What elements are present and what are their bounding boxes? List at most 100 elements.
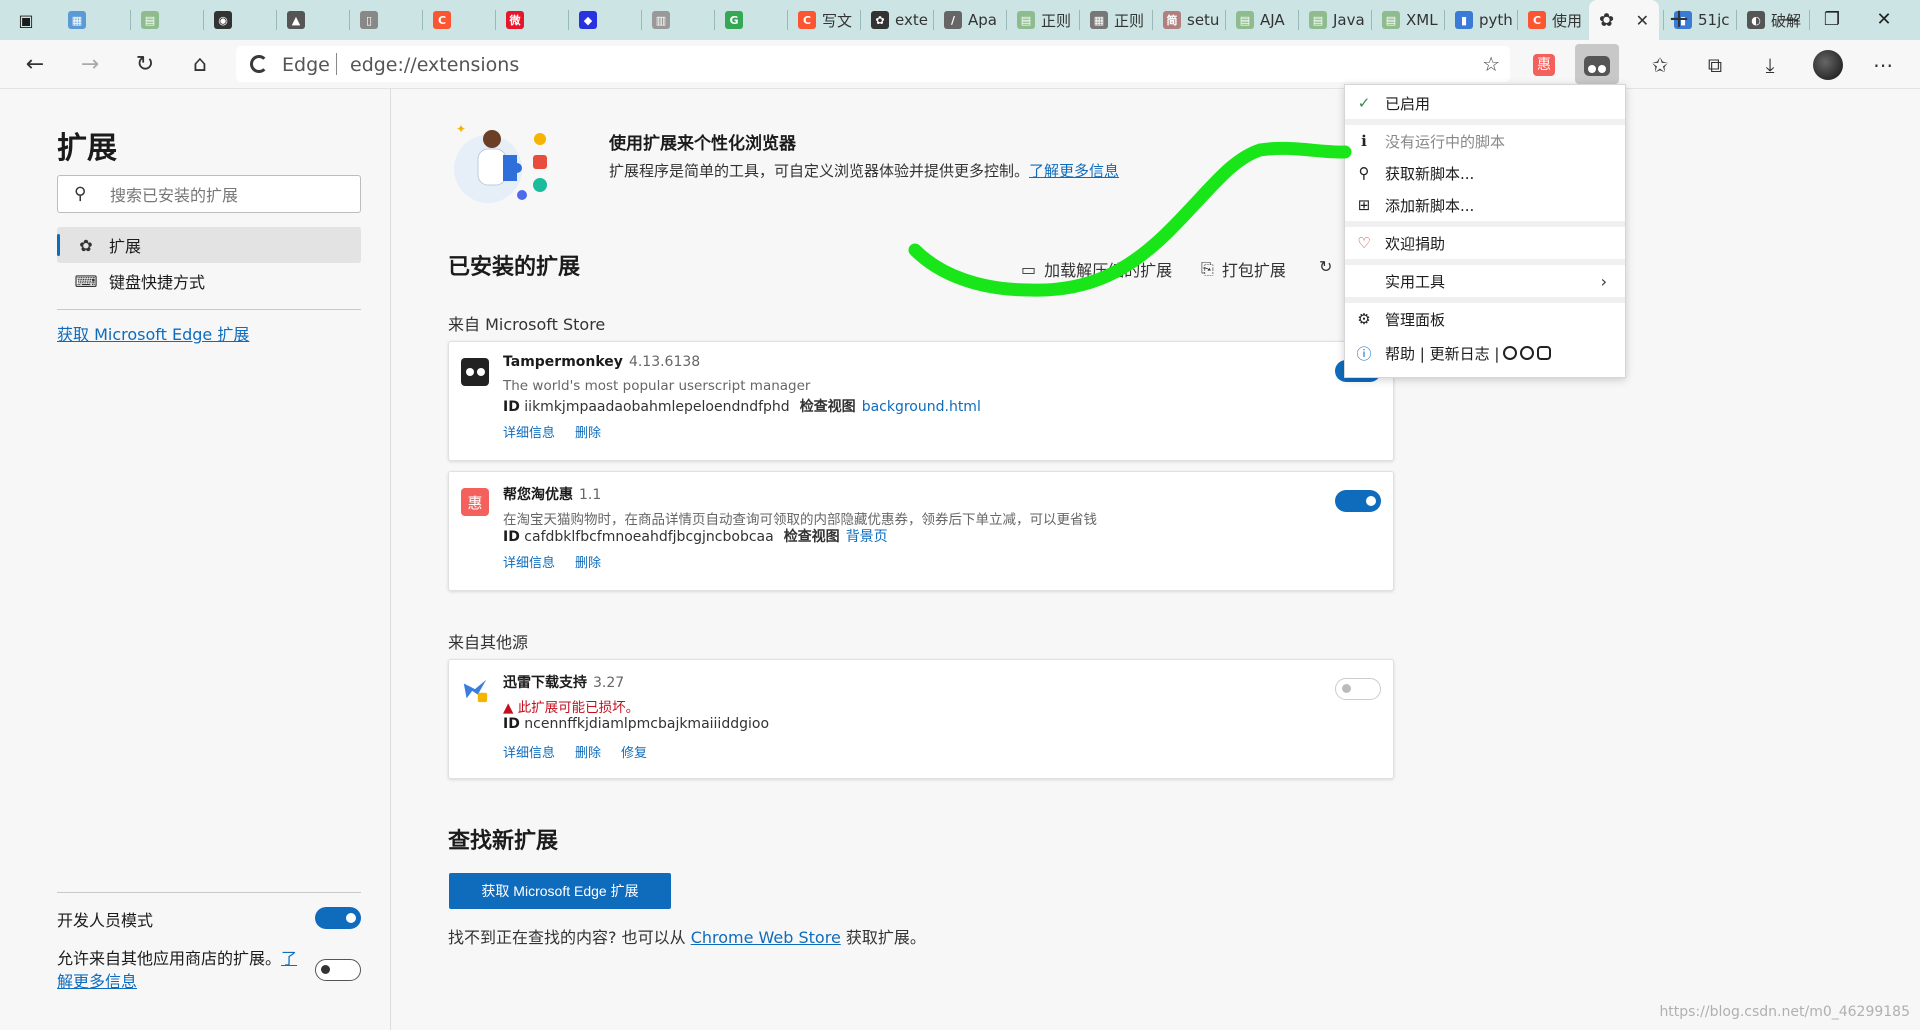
- extension-enable-toggle[interactable]: [1335, 490, 1381, 512]
- tab-item[interactable]: C 写文: [788, 0, 861, 40]
- tab-item[interactable]: / Apa: [934, 0, 1007, 40]
- tab-item[interactable]: ▤ 正则: [1007, 0, 1080, 40]
- info-circle-icon: ⓘ: [1356, 344, 1372, 363]
- menu-item-get-scripts[interactable]: ⚲ 获取新脚本...: [1345, 157, 1625, 189]
- tab-label: exte: [895, 11, 928, 29]
- tab-item[interactable]: ▲: [277, 0, 350, 40]
- tab-item[interactable]: ◉: [204, 0, 277, 40]
- tab-item[interactable]: ▤ AJA: [1226, 0, 1299, 40]
- remove-link[interactable]: 删除: [575, 552, 601, 571]
- menu-item-help[interactable]: ⓘ 帮助 | 更新日志 |: [1345, 337, 1625, 369]
- instagram-icon[interactable]: [1537, 346, 1552, 360]
- sidebar-item-keyboard-shortcuts[interactable]: ⌨ 键盘快捷方式: [57, 263, 361, 299]
- tab-item[interactable]: ▮ pyth: [1445, 0, 1518, 40]
- mask-icon: ◐: [1747, 11, 1765, 29]
- tab-strip: ▣ ▦ ▤ ◉ ▲ ▯ C 微 ◆ ▥ G C 写文 ✿ exte / Apa ▤ 正则 ▦ 正则简 setu ▤ AJA ▤…: [0, 0, 1920, 40]
- grid-icon: ▦: [1090, 11, 1108, 29]
- tab-item[interactable]: 简 setu: [1153, 0, 1226, 40]
- more-menu-icon[interactable]: ⋯: [1868, 50, 1898, 80]
- search-input[interactable]: [108, 182, 352, 208]
- back-button[interactable]: ←: [20, 50, 50, 80]
- tab-actions-icon[interactable]: ▣: [14, 8, 38, 32]
- calendar-icon: ▦: [68, 11, 86, 29]
- tab-item[interactable]: ▦: [58, 0, 131, 40]
- feather-icon: /: [944, 11, 962, 29]
- get-edge-extensions-link[interactable]: 获取 Microsoft Edge 扩展: [57, 321, 249, 345]
- favorites-icon[interactable]: ✩: [1645, 50, 1675, 80]
- minimize-button[interactable]: —: [1770, 6, 1810, 34]
- forward-button[interactable]: →: [75, 50, 105, 80]
- tab-extensions-active[interactable]: ✿ ✕: [1589, 0, 1659, 40]
- tab-item[interactable]: ✿ exte: [861, 0, 934, 40]
- load-unpacked-button[interactable]: ▭ 加载解压缩的扩展: [1021, 257, 1172, 281]
- hero-desc-text: 扩展程序是简单的工具，可自定义浏览器体验并提供更多控制。: [609, 162, 1030, 180]
- close-window-button[interactable]: ✕: [1864, 6, 1904, 34]
- menu-item-dashboard[interactable]: ⚙ 管理面板: [1345, 303, 1625, 335]
- tab-item[interactable]: C: [423, 0, 496, 40]
- details-link[interactable]: 详细信息: [503, 742, 555, 761]
- sidebar-item-label: 键盘快捷方式: [109, 273, 206, 292]
- pack-extension-button[interactable]: ⎘ 打包扩展: [1201, 257, 1286, 281]
- home-button[interactable]: ⌂: [185, 50, 215, 80]
- dev-mode-toggle[interactable]: [315, 907, 361, 929]
- tab-item[interactable]: ▤: [131, 0, 204, 40]
- address-bar[interactable]: Edge edge://extensions ☆: [236, 46, 1510, 82]
- search-box[interactable]: ⚲: [57, 175, 361, 213]
- facebook-icon[interactable]: [1520, 346, 1535, 360]
- keyboard-icon: ⌨: [74, 271, 98, 291]
- refresh-button[interactable]: ↻: [130, 50, 160, 80]
- tab-item[interactable]: ▤ XML: [1372, 0, 1445, 40]
- tab-item[interactable]: ◆: [569, 0, 642, 40]
- add-favorite-icon[interactable]: ☆: [1482, 52, 1500, 76]
- tab-label: 使用: [1552, 11, 1583, 30]
- details-link[interactable]: 详细信息: [503, 422, 555, 441]
- menu-item-donate[interactable]: ♡ 欢迎捐助: [1345, 227, 1625, 259]
- heart-icon: ♡: [1357, 234, 1371, 252]
- source-other-label: 来自其他源: [448, 633, 529, 652]
- tab-item[interactable]: ▤ Java: [1299, 0, 1372, 40]
- tab-label: AJA: [1260, 11, 1285, 29]
- dev-mode-label: 开发人员模式: [57, 911, 154, 930]
- tab-item[interactable]: ▯: [350, 0, 423, 40]
- inspect-background-link[interactable]: 背景页: [846, 529, 888, 545]
- archive-icon: ▭: [1021, 259, 1037, 279]
- trash-icon: ▥: [652, 11, 670, 29]
- hero-learn-more-link[interactable]: 了解更多信息: [1029, 162, 1119, 180]
- details-link[interactable]: 详细信息: [503, 552, 555, 571]
- search-icon: ⚲: [74, 184, 87, 204]
- tab-close-icon[interactable]: ✕: [1636, 11, 1649, 30]
- update-button[interactable]: ↻: [1319, 257, 1340, 276]
- remove-link[interactable]: 删除: [575, 422, 601, 441]
- menu-item-utilities[interactable]: 实用工具 ›: [1345, 265, 1625, 297]
- tampermonkey-extension-button[interactable]: [1575, 44, 1619, 84]
- menu-item-add-script[interactable]: ⊞ 添加新脚本...: [1345, 189, 1625, 221]
- new-tab-button[interactable]: +: [1665, 6, 1693, 34]
- box-icon: ▤: [1309, 11, 1327, 29]
- inspect-background-link[interactable]: background.html: [862, 399, 981, 415]
- tab-item[interactable]: ▥: [642, 0, 715, 40]
- remove-link[interactable]: 删除: [575, 742, 601, 761]
- avatar[interactable]: [1813, 50, 1843, 80]
- chrome-web-store-link[interactable]: Chrome Web Store: [691, 928, 841, 947]
- menu-item-enabled[interactable]: ✓ 已启用: [1345, 87, 1625, 119]
- tab-item[interactable]: C 使用: [1518, 0, 1591, 40]
- package-icon: ⎘: [1201, 259, 1214, 278]
- tab-item[interactable]: G: [715, 0, 788, 40]
- tab-item[interactable]: ▦ 正则: [1080, 0, 1153, 40]
- downloads-icon[interactable]: ⤓: [1755, 50, 1785, 80]
- collections-icon[interactable]: ⧉: [1700, 50, 1730, 80]
- coupon-extension-icon[interactable]: 惠: [1533, 54, 1555, 76]
- allow-other-stores-toggle[interactable]: [315, 959, 361, 981]
- get-edge-extensions-button[interactable]: 获取 Microsoft Edge 扩展: [449, 873, 671, 909]
- url-text[interactable]: edge://extensions: [350, 54, 519, 76]
- github-icon[interactable]: [1503, 346, 1518, 360]
- tampermonkey-popup-menu: ✓ 已启用 ℹ 没有运行中的脚本 ⚲ 获取新脚本... ⊞ 添加新脚本... ♡…: [1344, 84, 1626, 378]
- csdn-icon: C: [433, 11, 451, 29]
- extension-enable-toggle[interactable]: [1335, 678, 1381, 700]
- restore-button[interactable]: ❐: [1812, 6, 1852, 34]
- extension-description: The world's most popular userscript mana…: [503, 378, 811, 394]
- repair-link[interactable]: 修复: [621, 742, 647, 761]
- find-new-extensions-title: 查找新扩展: [448, 829, 559, 854]
- sidebar-item-extensions[interactable]: ✿ 扩展: [57, 227, 361, 263]
- tab-item[interactable]: 微: [496, 0, 569, 40]
